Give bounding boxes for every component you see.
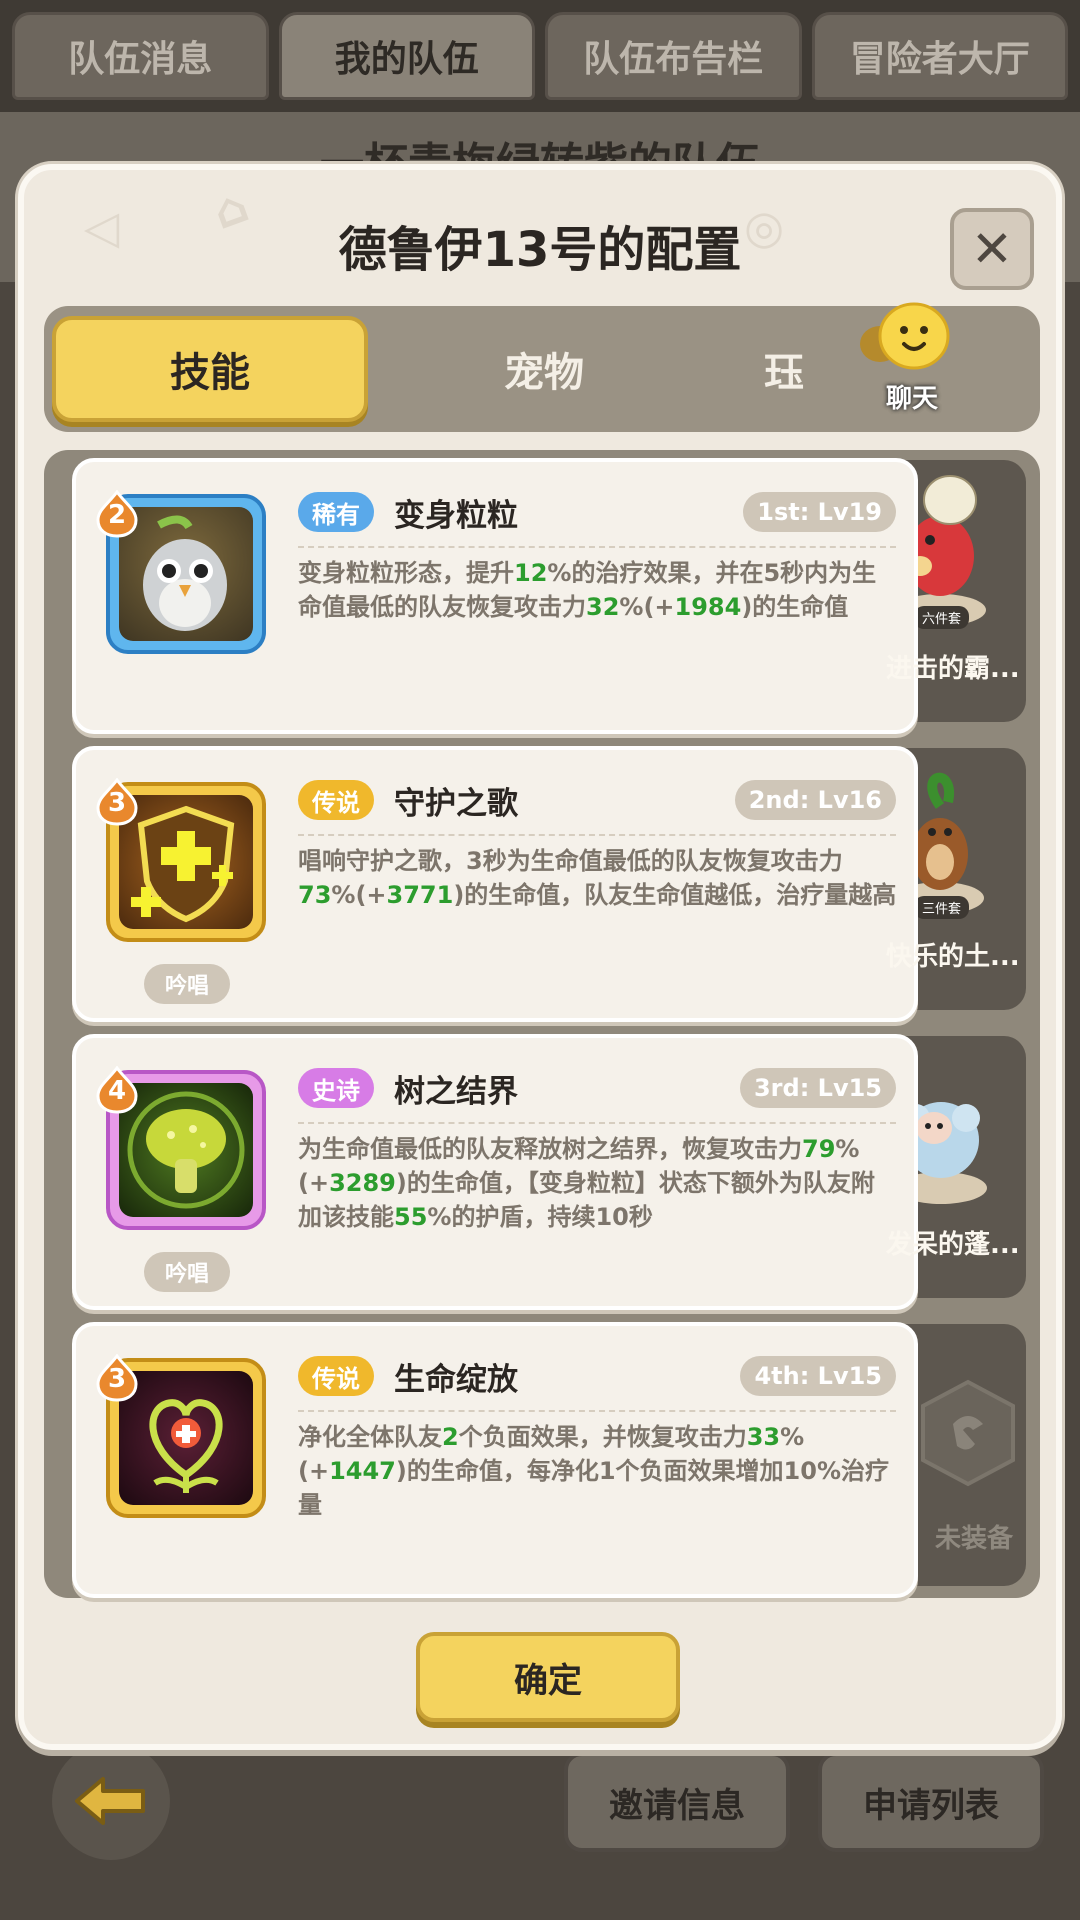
skill-level: 4th: Lv15 xyxy=(740,1356,896,1396)
skill-description: 净化全体队友2个负面效果，并恢复攻击力33%(+1447)的生命值，每净化1个负… xyxy=(298,1423,889,1519)
divider xyxy=(298,1410,896,1412)
divider xyxy=(298,1122,896,1124)
pet-set-badge: 三件套 xyxy=(914,896,970,919)
apply-list-button[interactable]: 申请列表 xyxy=(818,1752,1044,1852)
confirm-button[interactable]: 确定 xyxy=(416,1632,680,1722)
divider xyxy=(298,546,896,548)
rarity-badge: 传说 xyxy=(298,1356,374,1396)
back-button[interactable] xyxy=(52,1742,170,1860)
pet-name: 发呆的蓬... xyxy=(886,1230,1020,1260)
skill-card[interactable]: 3 吟唱 传说 守护之歌 2nd: Lv16 唱响守护之歌，3秒为生命值最低的队… xyxy=(72,746,918,1022)
divider xyxy=(298,834,896,836)
config-modal: ◁ ⌂ ◎ 德鲁伊13号的配置 ✕ 技能 宠物 珏 聊天 六件套 三件套 2 稀… xyxy=(18,164,1062,1750)
owl-skill-icon xyxy=(143,515,227,631)
back-arrow-icon xyxy=(75,1777,145,1825)
pet-set-badge: 六件套 xyxy=(914,606,970,629)
skill-list-panel: 六件套 三件套 2 稀有 变身粒粒 1st: Lv19 变身粒粒形态，提升12%… xyxy=(44,450,1040,1598)
skill-level: 2nd: Lv16 xyxy=(734,780,896,820)
tree-barrier-skill-icon xyxy=(127,1091,245,1209)
top-tab-bar: 队伍消息 我的队伍 队伍布告栏 冒险者大厅 xyxy=(0,0,1080,112)
tab-skills[interactable]: 技能 xyxy=(52,316,368,422)
skill-card[interactable]: 4 吟唱 史诗 树之结界 3rd: Lv15 为生命值最低的队友释放树之结界，恢… xyxy=(72,1034,918,1310)
invite-info-button[interactable]: 邀请信息 xyxy=(564,1752,790,1852)
skill-name: 树之结界 xyxy=(394,1074,518,1110)
skill-tier: 2 xyxy=(107,500,127,530)
rarity-badge: 稀有 xyxy=(298,492,374,532)
close-icon: ✕ xyxy=(971,220,1013,278)
skill-description: 唱响守护之歌，3秒为生命值最低的队友恢复攻击力73%(+3771)的生命值，队友… xyxy=(298,847,897,909)
life-bloom-skill-icon xyxy=(149,1399,223,1493)
skill-card[interactable]: 3 传说 生命绽放 4th: Lv15 净化全体队友2个负面效果，并恢复攻击力3… xyxy=(72,1322,918,1598)
pet-name: 快乐的土... xyxy=(886,942,1020,972)
tab-equipment[interactable]: 珏 xyxy=(724,316,844,422)
empty-slot-label: 未装备 xyxy=(934,1524,1013,1554)
empty-equip-hexagon-icon xyxy=(921,1379,1015,1487)
skill-name: 变身粒粒 xyxy=(394,498,518,534)
tab-my-team[interactable]: 我的队伍 xyxy=(278,12,535,100)
chant-tag: 吟唱 xyxy=(144,964,230,1004)
rarity-badge: 传说 xyxy=(298,780,374,820)
skill-tier: 3 xyxy=(107,788,127,818)
chant-tag: 吟唱 xyxy=(144,1252,230,1292)
chat-label: 聊天 xyxy=(885,384,938,414)
tab-team-messages[interactable]: 队伍消息 xyxy=(12,12,269,100)
modal-title: 德鲁伊13号的配置 xyxy=(338,222,742,278)
close-button[interactable]: ✕ xyxy=(950,208,1034,290)
tab-adventurer-hall[interactable]: 冒险者大厅 xyxy=(811,12,1068,100)
tab-pets[interactable]: 宠物 xyxy=(384,316,704,422)
skill-description: 变身粒粒形态，提升12%的治疗效果，并在5秒内为生命值最低的队友恢复攻击力32%… xyxy=(298,559,877,621)
rarity-badge: 史诗 xyxy=(298,1068,374,1108)
skill-name: 生命绽放 xyxy=(394,1362,518,1398)
skill-tier: 4 xyxy=(107,1076,127,1106)
pet-name: 进击的霸... xyxy=(886,654,1020,684)
skill-card[interactable]: 2 稀有 变身粒粒 1st: Lv19 变身粒粒形态，提升12%的治疗效果，并在… xyxy=(72,458,918,734)
skill-tier: 3 xyxy=(107,1364,127,1394)
skill-level: 1st: Lv19 xyxy=(743,492,896,532)
skill-name: 守护之歌 xyxy=(394,786,518,822)
skill-description: 为生命值最低的队友释放树之结界，恢复攻击力79%(+3289)的生命值，【变身粒… xyxy=(298,1135,875,1231)
shield-song-skill-icon xyxy=(131,805,235,923)
skill-level: 3rd: Lv15 xyxy=(739,1068,896,1108)
tab-team-board[interactable]: 队伍布告栏 xyxy=(545,12,802,100)
config-tab-bar: 技能 宠物 珏 聊天 xyxy=(44,302,1040,432)
